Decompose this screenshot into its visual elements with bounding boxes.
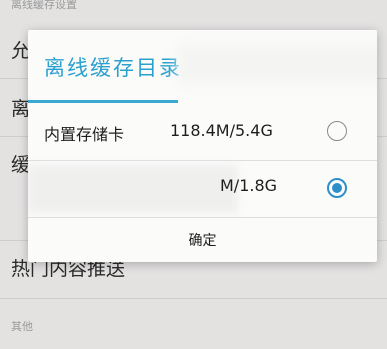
divider [0,298,387,299]
storage-option-internal[interactable]: 内置存储卡 118.4M/5.4G [28,103,377,161]
confirm-button[interactable]: 确定 [28,217,377,262]
storage-option-size: M/1.8G [220,176,278,195]
storage-option-size: 118.4M/5.4G [170,121,273,140]
blurred-region [28,165,238,213]
storage-option-name: 内置存储卡 [44,125,125,144]
offline-cache-directory-dialog: 离线缓存目录 内置存储卡 118.4M/5.4G M/1.8G 确定 [28,30,377,262]
section-header-other: 其他 [11,320,33,333]
radio-checked-icon[interactable] [327,178,347,198]
dialog-title: 离线缓存目录 [44,56,182,80]
storage-option-external[interactable]: M/1.8G [28,160,377,218]
section-header-offline: 离线缓存设置 [11,0,77,11]
blurred-region [178,44,377,84]
radio-unchecked-icon[interactable] [327,121,347,141]
